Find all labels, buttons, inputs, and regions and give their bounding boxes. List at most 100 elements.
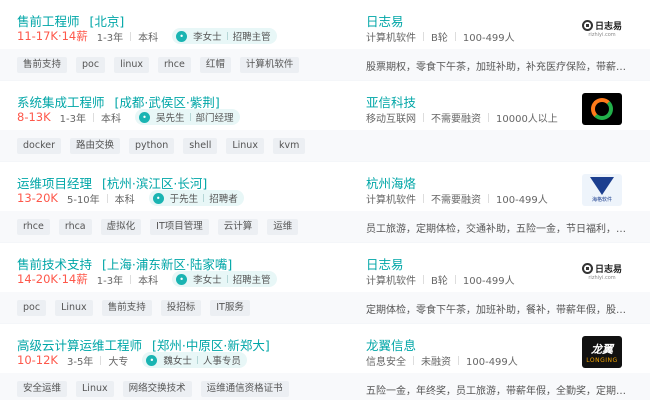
divider xyxy=(423,194,424,203)
job-info: 8-13K 1-3年 本科 • 吴先生 部门经理 xyxy=(17,109,240,125)
company-stage: 不需要融资 xyxy=(431,195,481,206)
job-degree: 本科 xyxy=(138,32,159,44)
company-stage: B轮 xyxy=(431,276,448,287)
recruiter-title: 招聘主管 xyxy=(232,32,271,43)
company-logo[interactable]: 龙翼 LONGING xyxy=(582,336,622,368)
job-info: 10-12K 3-5年 大专 • 魏女士 人事专员 xyxy=(17,352,247,368)
skill-tags: poc Linux 售前支持 投招标 IT服务 xyxy=(17,300,259,316)
job-area: [郑州·中原区·新郑大] xyxy=(152,338,270,353)
skill-tag: 售前支持 xyxy=(17,57,68,73)
skill-tag: 运维通信资格证书 xyxy=(200,381,289,397)
company-stage: B轮 xyxy=(431,33,448,44)
job-experience: 3-5年 xyxy=(66,356,94,368)
job-experience: 1-3年 xyxy=(96,32,124,44)
company-logo[interactable] xyxy=(582,93,622,125)
company-name-link[interactable]: 日志易 xyxy=(366,11,404,30)
job-card[interactable]: 运维项目经理 [杭州·滨江区·长河] 13-20K 5-10年 本科 • 于先生 招聘… xyxy=(0,162,650,242)
rizhiyi-logo-icon xyxy=(582,19,593,31)
job-degree: 本科 xyxy=(101,113,121,125)
recruiter-chat-button[interactable]: • 于先生 招聘者 xyxy=(148,190,244,206)
recruiter-name: 吴先生 xyxy=(156,113,185,124)
company-welfare: 定期体检，零食下午茶，加班补助，餐补，带薪年假，股… xyxy=(366,305,626,316)
divider xyxy=(100,355,102,365)
chat-icon: • xyxy=(146,354,158,366)
job-salary: 14-20K·14薪 xyxy=(17,272,88,286)
job-title[interactable]: 售前技术支持 xyxy=(17,257,92,272)
skill-tag: shell xyxy=(183,138,218,154)
divider xyxy=(423,32,424,41)
skill-tag: 计算机软件 xyxy=(239,57,300,73)
divider xyxy=(423,113,424,122)
company-name-link[interactable]: 杭州海烙 xyxy=(366,173,416,192)
company-name-link[interactable]: 龙翼信息 xyxy=(366,335,416,354)
company-industry: 计算机软件 xyxy=(366,33,416,44)
skill-tag: 投招标 xyxy=(160,300,202,316)
divider xyxy=(413,356,414,365)
company-logo[interactable]: 日志易 rizhiyi.com xyxy=(582,255,622,287)
job-card[interactable]: 售前技术支持 [上海·浦东新区·陆家嘴] 14-20K·14薪 1-3年 本科 •… xyxy=(0,243,650,323)
skill-tag: 网络交换技术 xyxy=(122,381,192,397)
skill-tag: IT项目管理 xyxy=(150,219,209,235)
skill-tag: Linux xyxy=(76,381,114,397)
company-logo[interactable]: 海格软件 xyxy=(582,174,622,206)
recruiter-name: 李女士 xyxy=(193,32,222,43)
job-card-footer: poc Linux 售前支持 投招标 IT服务 定期体检，零食下午茶，加班补助，… xyxy=(0,292,650,323)
divider xyxy=(423,275,424,284)
company-size: 100-499人 xyxy=(462,276,515,287)
company-size: 10000人以上 xyxy=(496,114,558,125)
logo-subtext: rizhiyi.com xyxy=(588,274,616,281)
company-industry: 计算机软件 xyxy=(366,276,416,287)
divider xyxy=(106,193,108,203)
recruiter-title: 招聘主管 xyxy=(232,275,271,286)
rizhiyi-logo-icon xyxy=(582,262,593,274)
chat-icon: • xyxy=(176,30,188,42)
job-area: [杭州·滨江区·长河] xyxy=(102,176,208,191)
recruiter-title: 招聘者 xyxy=(209,194,238,205)
skill-tag: poc xyxy=(17,300,47,316)
job-card[interactable]: 系统集成工程师 [成都·武侯区·紫荆] 8-13K 1-3年 本科 • 吴先生 部门经… xyxy=(0,81,650,161)
skill-tag: linux xyxy=(114,57,150,73)
company-info: 计算机软件 B轮 100-499人 xyxy=(366,29,515,44)
skill-tags: 售前支持 poc linux rhce 红帽 计算机软件 xyxy=(17,57,308,73)
divider xyxy=(226,275,228,283)
chat-icon: • xyxy=(139,111,150,123)
recruiter-chat-button[interactable]: • 吴先生 部门经理 xyxy=(135,109,240,125)
job-card[interactable]: 高级云计算运维工程师 [郑州·中原区·新郑大] 10-12K 3-5年 大专 • 魏… xyxy=(0,324,650,400)
skill-tag: Linux xyxy=(55,300,93,316)
recruiter-name: 于先生 xyxy=(169,194,199,205)
divider xyxy=(458,356,459,365)
logo-subtext: LONGING xyxy=(586,356,618,364)
company-name-link[interactable]: 日志易 xyxy=(366,254,404,273)
recruiter-name: 李女士 xyxy=(193,275,222,286)
company-size: 100-499人 xyxy=(466,357,518,368)
logo-text: 日志易 xyxy=(595,264,622,275)
company-name-link[interactable]: 亚信科技 xyxy=(366,92,416,111)
skill-tag: 运维 xyxy=(267,219,299,235)
job-card-footer: 安全运维 Linux 网络交换技术 运维通信资格证书 五险一金，年终奖，员工旅游… xyxy=(0,373,650,400)
recruiter-title: 人事专员 xyxy=(202,356,241,367)
job-card-header: 系统集成工程师 [成都·武侯区·紫荆] 8-13K 1-3年 本科 • 吴先生 部门经… xyxy=(0,81,650,130)
chat-icon: • xyxy=(176,273,188,285)
job-title[interactable]: 运维项目经理 xyxy=(17,176,92,191)
job-card-header: 高级云计算运维工程师 [郑州·中原区·新郑大] 10-12K 3-5年 大专 • 魏… xyxy=(0,324,650,373)
job-salary: 8-13K xyxy=(17,110,51,124)
recruiter-chat-button[interactable]: • 李女士 招聘主管 xyxy=(172,271,277,287)
divider xyxy=(93,112,94,122)
job-title[interactable]: 售前工程师 xyxy=(17,14,80,29)
logo-subtext: rizhiyi.com xyxy=(588,31,616,38)
recruiter-chat-button[interactable]: • 魏女士 人事专员 xyxy=(142,352,247,368)
job-card-footer: docker 路由交换 python shell Linux kvm xyxy=(0,130,650,161)
job-card[interactable]: 售前工程师 [北京] 11-17K·14薪 1-3年 本科 • 李女士 招聘主管 日志… xyxy=(0,0,650,80)
skill-tag: poc xyxy=(76,57,106,73)
job-info: 14-20K·14薪 1-3年 本科 • 李女士 招聘主管 xyxy=(17,271,277,287)
company-logo[interactable]: 日志易 rizhiyi.com xyxy=(582,12,622,44)
job-title[interactable]: 高级云计算运维工程师 xyxy=(17,338,142,353)
job-title[interactable]: 系统集成工程师 xyxy=(17,95,105,110)
divider xyxy=(488,194,489,203)
divider xyxy=(130,31,132,41)
company-info: 计算机软件 不需要融资 100-499人 xyxy=(366,191,548,206)
recruiter-chat-button[interactable]: • 李女士 招聘主管 xyxy=(172,28,277,44)
skill-tag: Linux xyxy=(226,138,264,154)
job-degree: 大专 xyxy=(108,356,129,368)
job-area: [成都·武侯区·紫荆] xyxy=(114,95,220,110)
